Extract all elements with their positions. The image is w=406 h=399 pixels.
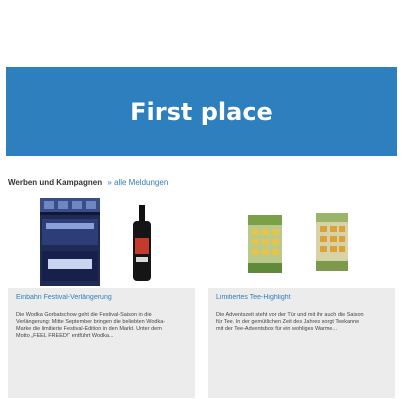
banner-title: First place <box>130 97 273 126</box>
card-text-area: Einbahn Festival-Verlängerung Die Wodka … <box>8 288 195 398</box>
news-card[interactable]: Limitiertes Tee-Highlight Die Adventszei… <box>208 193 395 398</box>
card-text-area: Limitiertes Tee-Highlight Die Adventszei… <box>208 288 395 398</box>
card-description: Die Wodka Gorbatschow geht die Festival-… <box>16 312 166 339</box>
section-label: Werben und Kampagnen <box>8 178 103 187</box>
tea-boxes-image[interactable] <box>208 193 395 288</box>
card-title-link[interactable]: Limitiertes Tee-Highlight <box>216 294 391 301</box>
news-card[interactable]: Einbahn Festival-Verlängerung Die Wodka … <box>8 193 195 398</box>
card-description: Die Adventszeit steht vor der Tür und mi… <box>216 312 364 332</box>
card-title-link[interactable]: Einbahn Festival-Verlängerung <box>16 294 191 301</box>
product-bottles-image[interactable] <box>8 193 195 288</box>
first-place-banner: First place <box>6 67 397 156</box>
section-header: Werben und Kampagnen » alle Meldungen <box>8 178 168 187</box>
all-news-link[interactable]: » alle Meldungen <box>107 178 168 187</box>
